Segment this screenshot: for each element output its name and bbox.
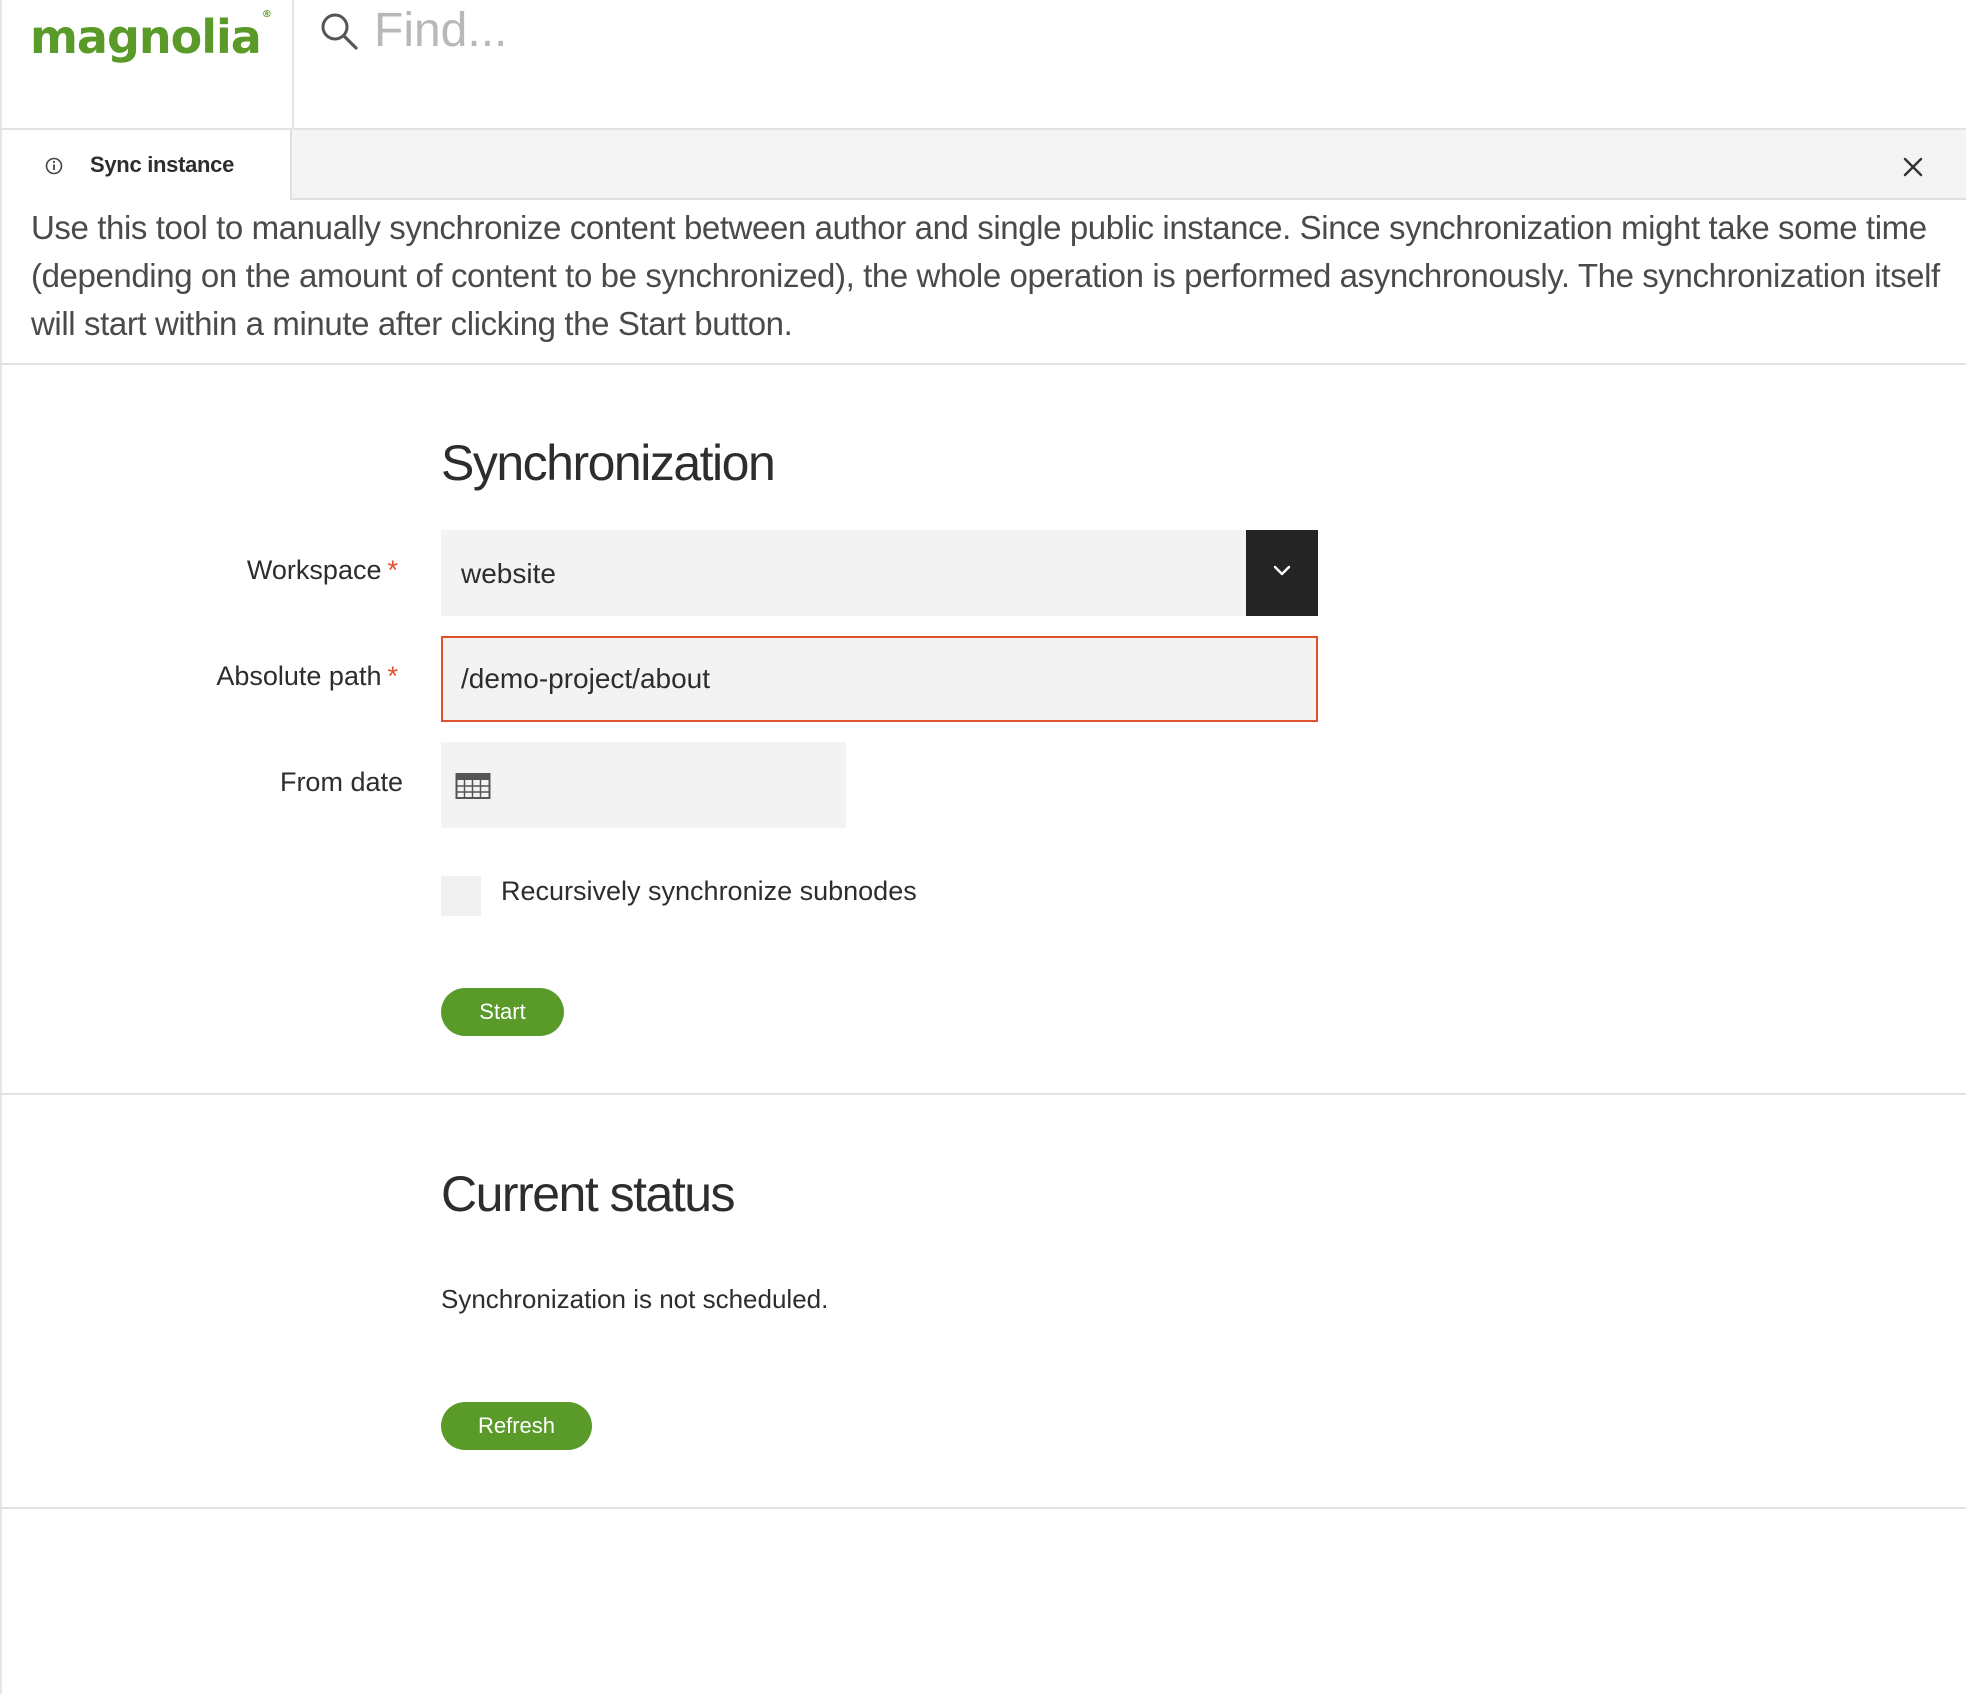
required-marker: * <box>387 555 398 585</box>
from-date-field[interactable] <box>441 742 846 828</box>
required-marker: * <box>387 661 398 691</box>
chevron-down-icon <box>1273 565 1291 576</box>
calendar-icon[interactable] <box>455 770 491 800</box>
form-divider <box>0 1093 1966 1095</box>
search-input[interactable] <box>374 0 1274 60</box>
logo-text: magnolia <box>30 10 262 64</box>
recursive-sync-label: Recursively synchronize subnodes <box>501 876 917 906</box>
workspace-selected-value: website <box>461 558 556 589</box>
synchronization-title: Synchronization <box>441 435 776 491</box>
recursive-sync-checkbox[interactable] <box>441 876 481 916</box>
refresh-button[interactable]: Refresh <box>441 1402 592 1450</box>
tab-sync-instance[interactable]: Sync instance <box>0 130 292 200</box>
current-status-title: Current status <box>441 1166 736 1222</box>
absolute-path-label: Absolute path * <box>38 661 398 692</box>
workspace-label: Workspace * <box>38 555 398 586</box>
tab-label: Sync instance <box>90 152 235 177</box>
tab-bar: Sync instance <box>0 130 1966 200</box>
workspace-label-text: Workspace <box>246 555 382 585</box>
absolute-path-input[interactable] <box>441 636 1318 722</box>
left-border <box>0 200 2 1694</box>
search-icon <box>321 13 358 50</box>
info-icon <box>45 157 63 175</box>
workspace-dropdown-toggle[interactable] <box>1246 530 1318 616</box>
from-date-label: From date <box>279 767 403 797</box>
logo-registered-mark: ® <box>261 8 272 20</box>
close-icon[interactable] <box>1896 150 1930 184</box>
logo-area[interactable]: magnolia® <box>0 0 294 130</box>
absolute-path-label-text: Absolute path <box>216 661 382 691</box>
top-bar: magnolia® <box>0 0 1966 130</box>
magnolia-logo[interactable]: magnolia® <box>30 8 272 64</box>
start-button[interactable]: Start <box>441 988 564 1036</box>
status-divider <box>0 1507 1966 1509</box>
description-divider <box>0 363 1966 365</box>
status-message: Synchronization is not scheduled. <box>441 1284 829 1314</box>
tool-description: Use this tool to manually synchronize co… <box>31 209 1940 342</box>
workspace-select[interactable]: website <box>441 530 1318 616</box>
